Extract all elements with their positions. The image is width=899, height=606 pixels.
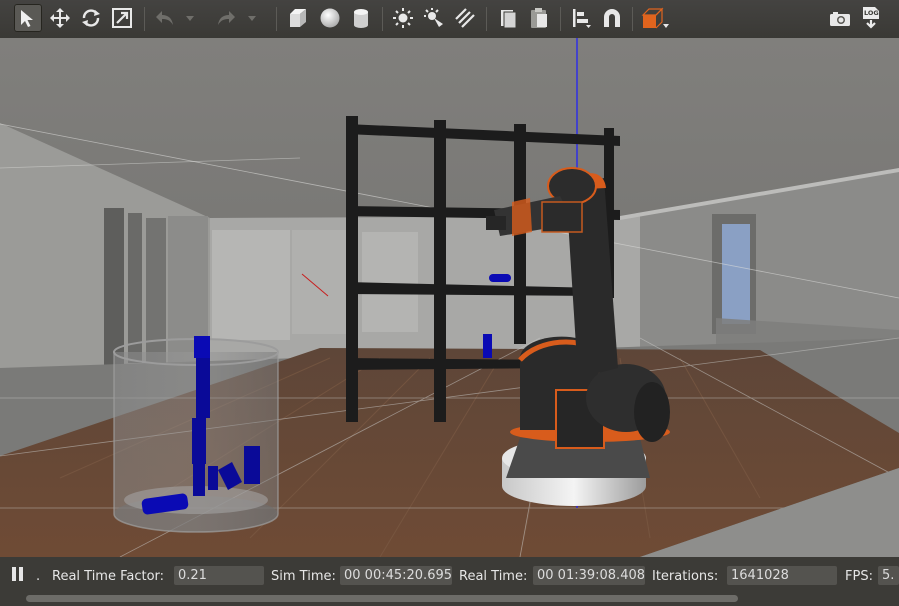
glass-bin (113, 336, 279, 533)
gazebo-window: LOG . Real Time Factor: 0.21 Sim Time: 0… (0, 0, 899, 606)
back-wall-panel (292, 230, 350, 334)
sim-time-label: Sim Time: (271, 569, 336, 584)
real-time-value: 00 01:39:08.408 (533, 566, 645, 585)
toolbar: LOG (0, 0, 899, 39)
sphere-shape-button[interactable] (316, 4, 344, 32)
box-shape-button[interactable] (284, 4, 312, 32)
copy-icon (497, 7, 519, 29)
iterations-label: Iterations: (652, 569, 719, 584)
scale-mode-button[interactable] (108, 4, 136, 32)
pause-icon (11, 566, 25, 586)
directional-light-button[interactable] (451, 4, 479, 32)
fps-label: FPS: (845, 569, 873, 584)
rotate-mode-icon (80, 7, 102, 29)
real-time-label: Real Time: (459, 569, 528, 584)
screenshot-button[interactable] (826, 4, 854, 32)
directional-light-icon (454, 7, 476, 29)
log-icon-text: LOG (864, 9, 879, 17)
undo-history-dropdown[interactable] (182, 4, 198, 32)
left-pillar (104, 208, 124, 368)
snap-magnet-icon (601, 7, 623, 29)
spot-light-button[interactable] (420, 4, 448, 32)
paste-icon (528, 7, 550, 29)
sim-time-value: 00 00:45:20.695 (340, 566, 452, 585)
scale-mode-icon (111, 7, 133, 29)
point-light-icon (392, 7, 414, 29)
redo-history-dropdown-icon (247, 13, 257, 23)
real-time-factor-value: 0.21 (174, 566, 264, 585)
status-bar: . Real Time Factor: 0.21 Sim Time: 00 00… (0, 557, 899, 606)
select-mode-button[interactable] (14, 4, 42, 32)
redo-history-dropdown[interactable] (244, 4, 260, 32)
translate-mode-button[interactable] (46, 4, 74, 32)
box-shape-icon (287, 7, 309, 29)
log-button[interactable]: LOG (857, 4, 885, 32)
real-time-factor-label: Real Time Factor: (52, 569, 165, 584)
pause-button[interactable] (8, 566, 28, 586)
log-icon: LOG (859, 6, 883, 30)
scene-render (0, 38, 899, 557)
view-angle-button[interactable] (638, 4, 672, 32)
translate-mode-icon (49, 7, 71, 29)
view-angle-icon (639, 6, 671, 30)
paste-button[interactable] (525, 4, 553, 32)
toolbar-separator (486, 7, 487, 31)
align-icon (570, 7, 592, 29)
cylinder-on-shelf (489, 274, 511, 282)
screenshot-camera-icon (828, 7, 852, 29)
left-pillar (128, 213, 142, 363)
iterations-value: 1641028 (727, 566, 837, 585)
horizontal-scrollbar[interactable] (26, 595, 738, 602)
toolbar-separator (632, 7, 633, 31)
spot-light-icon (423, 7, 445, 29)
toolbar-separator (560, 7, 561, 31)
right-window-glass (722, 224, 750, 324)
step-indicator[interactable]: . (36, 569, 40, 584)
undo-button[interactable] (151, 4, 179, 32)
redo-button[interactable] (212, 4, 240, 32)
cylinder-shape-icon (350, 7, 372, 29)
back-wall-panel (362, 232, 418, 332)
toolbar-separator (276, 7, 277, 31)
sphere-shape-icon (319, 7, 341, 29)
cylinder-on-shelf (483, 334, 492, 358)
redo-icon (215, 7, 237, 29)
select-mode-icon (18, 8, 38, 28)
point-light-button[interactable] (389, 4, 417, 32)
back-wall-panel (212, 230, 290, 340)
fps-value: 5. (878, 566, 899, 585)
toolbar-separator (144, 7, 145, 31)
cylinder-shape-button[interactable] (347, 4, 375, 32)
toolbar-separator (382, 7, 383, 31)
undo-history-dropdown-icon (185, 13, 195, 23)
snap-button[interactable] (598, 4, 626, 32)
scene-viewport[interactable] (0, 38, 899, 557)
copy-button[interactable] (494, 4, 522, 32)
align-button[interactable] (567, 4, 595, 32)
undo-icon (154, 7, 176, 29)
rotate-mode-button[interactable] (77, 4, 105, 32)
